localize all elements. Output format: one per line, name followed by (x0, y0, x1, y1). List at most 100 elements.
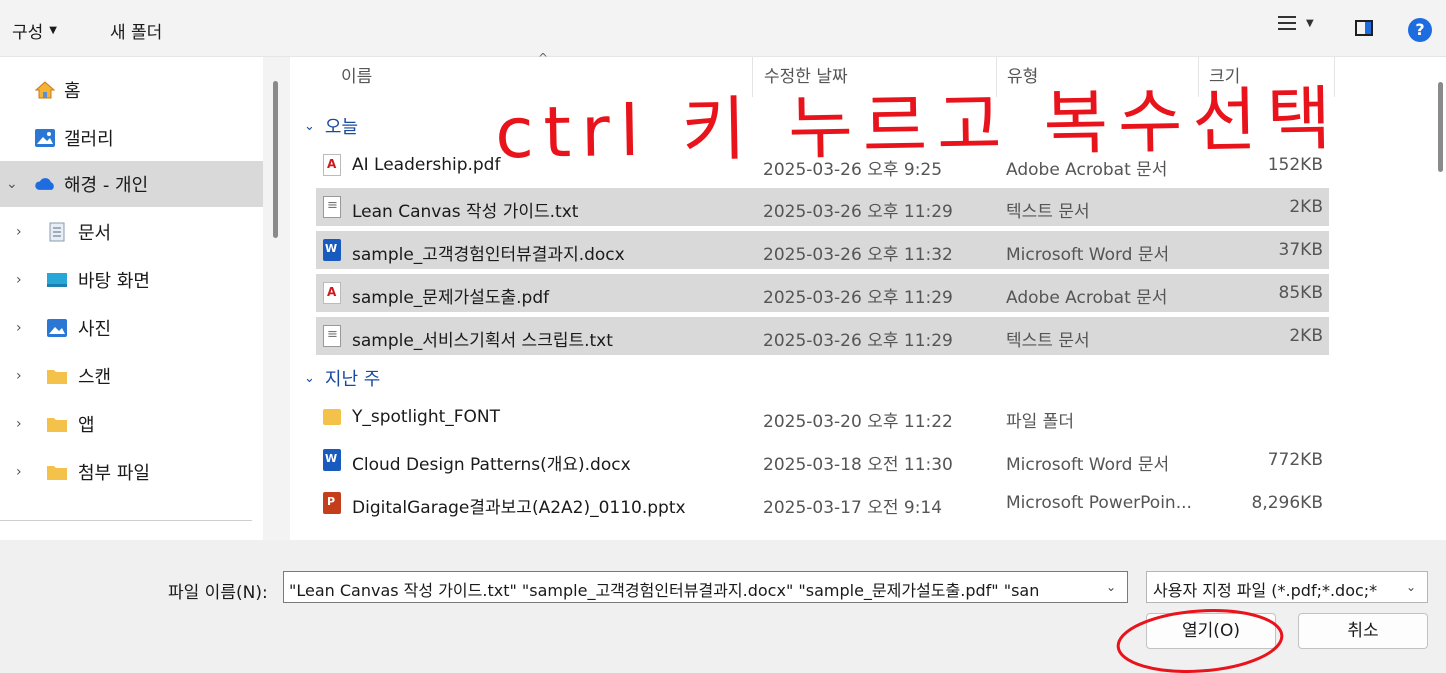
chevron-down-icon[interactable]: ⌄ (6, 176, 18, 192)
sidebar-item-label: 스캔 (78, 367, 112, 388)
cancel-button[interactable]: 취소 (1298, 613, 1428, 649)
sidebar-item-attachments[interactable]: › 첨부 파일 (0, 449, 263, 495)
file-type-select[interactable]: 사용자 지정 파일 (*.pdf;*.doc;* (1146, 571, 1428, 603)
file-type: Adobe Acrobat 문서 (1006, 288, 1168, 308)
sidebar-item-documents[interactable]: › 문서 (0, 209, 263, 255)
file-size: 2KB (1289, 326, 1323, 346)
file-row[interactable]: sample_고객경험인터뷰결과지.docx 2025-03-26 오후 11:… (316, 231, 1329, 269)
sidebar-item-gallery[interactable]: 갤러리 (0, 115, 263, 161)
file-name: sample_서비스기획서 스크립트.txt (352, 331, 613, 351)
chevron-right-icon[interactable]: › (16, 320, 22, 336)
file-size: 37KB (1278, 240, 1323, 260)
folder-icon (47, 370, 67, 384)
documents-icon (49, 222, 65, 242)
sidebar-item-label: 홈 (64, 81, 81, 102)
file-size: 85KB (1278, 283, 1323, 303)
file-name: sample_문제가설도출.pdf (352, 288, 550, 308)
help-icon[interactable]: ? (1408, 18, 1432, 42)
sidebar-item-apps[interactable]: › 앱 (0, 401, 263, 447)
file-name: AI Leadership.pdf (352, 155, 501, 175)
sidebar-item-home[interactable]: 홈 (0, 67, 263, 113)
view-options-button[interactable]: ▼ (1278, 16, 1314, 30)
command-bar: 구성 ▼ 새 폴더 ▼ ? (0, 0, 1446, 57)
file-date: 2025-03-20 오후 11:22 (763, 412, 953, 432)
organize-button[interactable]: 구성 ▼ (12, 18, 57, 43)
sidebar-item-label: 문서 (78, 223, 112, 244)
onedrive-cloud-icon (35, 178, 54, 190)
file-date: 2025-03-26 오후 11:29 (763, 288, 953, 308)
caret-down-icon: ▼ (49, 25, 57, 36)
chevron-down-icon[interactable]: ⌄ (1106, 580, 1116, 594)
file-size: 8,296KB (1251, 493, 1323, 513)
pdf-icon (323, 282, 341, 304)
file-date: 2025-03-26 오후 11:29 (763, 331, 953, 351)
new-folder-button[interactable]: 새 폴더 (110, 18, 162, 43)
file-name: DigitalGarage결과보고(A2A2)_0110.pptx (352, 498, 686, 518)
file-type: Microsoft Word 문서 (1006, 245, 1170, 265)
text-file-icon (323, 325, 341, 347)
text-file-icon (323, 196, 341, 218)
caret-down-icon: ▼ (1306, 17, 1314, 29)
pdf-icon (323, 154, 341, 176)
preview-pane-icon[interactable] (1355, 20, 1373, 36)
file-date: 2025-03-26 오후 11:32 (763, 245, 953, 265)
file-type: 텍스트 문서 (1006, 202, 1090, 222)
filename-input[interactable]: "Lean Canvas 작성 가이드.txt" "sample_고객경험인터뷰… (283, 571, 1128, 603)
sidebar-scrollbar[interactable] (273, 81, 278, 238)
column-header-name[interactable]: 이름 (341, 57, 372, 97)
file-row[interactable]: Lean Canvas 작성 가이드.txt 2025-03-26 오후 11:… (316, 188, 1329, 226)
chevron-right-icon[interactable]: › (16, 464, 22, 480)
sort-ascending-icon: ^ (538, 51, 549, 65)
file-row[interactable]: sample_서비스기획서 스크립트.txt 2025-03-26 오후 11:… (316, 317, 1329, 355)
open-button[interactable]: 열기(O) (1146, 613, 1276, 649)
chevron-down-icon: ⌄ (304, 370, 315, 386)
file-row[interactable]: sample_문제가설도출.pdf 2025-03-26 오후 11:29 Ad… (316, 274, 1329, 312)
file-date: 2025-03-26 오후 11:29 (763, 202, 953, 222)
file-date: 2025-03-17 오전 9:14 (763, 498, 943, 518)
file-list-scrollbar[interactable] (1438, 82, 1443, 172)
chevron-right-icon[interactable]: › (16, 224, 22, 240)
sidebar-item-label: 첨부 파일 (78, 463, 150, 484)
file-type: 파일 폴더 (1006, 412, 1074, 432)
chevron-right-icon[interactable]: › (16, 368, 22, 384)
group-header-last-week[interactable]: ⌄ 지난 주 (304, 365, 380, 391)
gallery-icon (35, 129, 55, 147)
file-size: 772KB (1267, 450, 1323, 470)
chevron-down-icon: ⌄ (304, 118, 315, 134)
sidebar-item-label: 해경 - 개인 (64, 175, 149, 196)
chevron-right-icon[interactable]: › (16, 416, 22, 432)
folder-icon (47, 466, 67, 480)
powerpoint-icon (323, 492, 341, 514)
sidebar-item-label: 사진 (78, 319, 112, 340)
file-row[interactable]: Cloud Design Patterns(개요).docx 2025-03-1… (316, 441, 1329, 479)
file-row[interactable]: Y_spotlight_FONT 2025-03-20 오후 11:22 파일 … (316, 398, 1329, 436)
file-name: Lean Canvas 작성 가이드.txt (352, 202, 579, 222)
file-name: Cloud Design Patterns(개요).docx (352, 455, 631, 475)
sidebar-item-scan[interactable]: › 스캔 (0, 353, 263, 399)
dialog-footer: 파일 이름(N): "Lean Canvas 작성 가이드.txt" "samp… (0, 540, 1446, 673)
group-header-today[interactable]: ⌄ 오늘 (304, 113, 358, 139)
file-name: sample_고객경험인터뷰결과지.docx (352, 245, 625, 265)
word-icon (323, 449, 341, 471)
file-type: Microsoft Word 문서 (1006, 455, 1170, 475)
word-icon (323, 239, 341, 261)
group-label: 지난 주 (324, 369, 381, 390)
organize-label: 구성 (12, 23, 44, 43)
desktop-icon (47, 273, 67, 287)
list-view-icon (1278, 16, 1296, 30)
file-type: Microsoft PowerPoin... (1006, 493, 1192, 513)
folder-icon (47, 418, 67, 432)
sidebar-item-desktop[interactable]: › 바탕 화면 (0, 257, 263, 303)
chevron-right-icon[interactable]: › (16, 272, 22, 288)
file-date: 2025-03-18 오전 11:30 (763, 455, 953, 475)
sidebar-item-pictures[interactable]: › 사진 (0, 305, 263, 351)
sidebar-item-onedrive[interactable]: ⌄ 해경 - 개인 (0, 161, 263, 207)
chevron-down-icon[interactable]: ⌄ (1406, 580, 1416, 594)
file-size: 2KB (1289, 197, 1323, 217)
file-type: 텍스트 문서 (1006, 331, 1090, 351)
pictures-icon (47, 319, 67, 337)
home-icon (34, 81, 56, 99)
file-row[interactable]: DigitalGarage결과보고(A2A2)_0110.pptx 2025-0… (316, 484, 1329, 522)
sidebar-item-label: 앱 (78, 415, 95, 436)
folder-icon (323, 409, 341, 425)
